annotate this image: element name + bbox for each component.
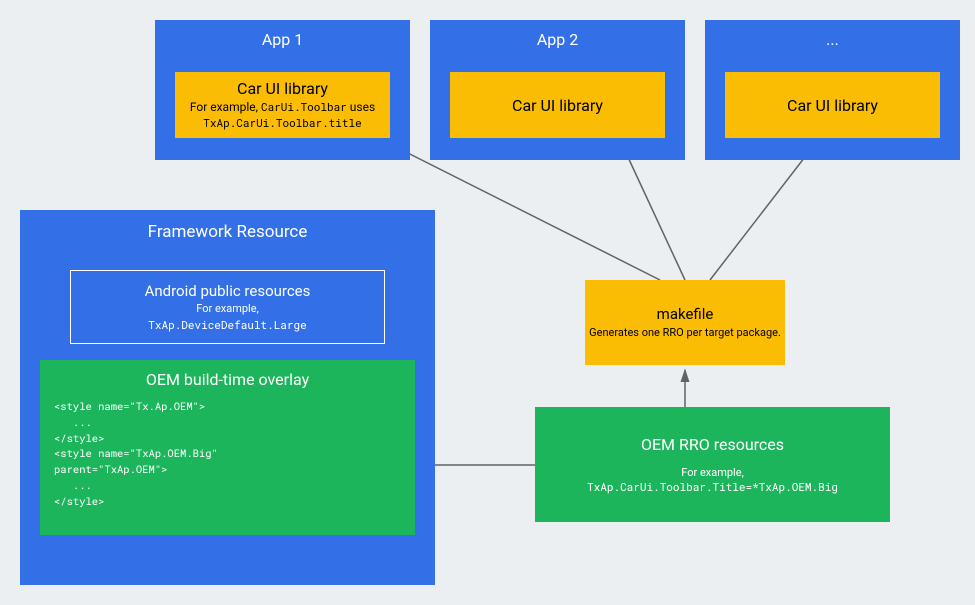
oem-rro-resources-box: OEM RRO resources For example, TxAp.CarU…: [535, 407, 890, 522]
lib-subtext: For example, CarUi.Toolbar uses TxAp.Car…: [190, 100, 375, 131]
android-public-resources-box: Android public resources For example, Tx…: [70, 270, 385, 344]
makefile-sub: Generates one RRO per target package.: [585, 326, 785, 340]
app-title: ...: [705, 20, 960, 49]
app-box-3: ... Car UI library: [705, 20, 960, 160]
makefile-box: makefile Generates one RRO per target pa…: [585, 280, 785, 365]
rro-code: TxAp.CarUi.Toolbar.Title=*TxAp.OEM.Big: [535, 479, 890, 494]
car-ui-library-box: Car UI library For example, CarUi.Toolba…: [175, 72, 390, 138]
overlay-code: <style name="Tx.Ap.OEM"> ... </style> <s…: [54, 399, 401, 509]
lib-title: Car UI library: [512, 96, 603, 115]
app-title: App 1: [155, 20, 410, 49]
public-sub: For example,: [71, 302, 384, 315]
car-ui-library-box: Car UI library: [725, 72, 940, 138]
oem-build-time-overlay-box: OEM build-time overlay <style name="Tx.A…: [40, 360, 415, 535]
rro-sub: For example,: [535, 466, 890, 479]
framework-title: Framework Resource: [20, 210, 435, 242]
overlay-title: OEM build-time overlay: [40, 360, 415, 389]
makefile-title: makefile: [585, 305, 785, 323]
rro-title: OEM RRO resources: [535, 435, 890, 454]
public-title: Android public resources: [71, 282, 384, 300]
app-title: App 2: [430, 20, 685, 49]
car-ui-library-box: Car UI library: [450, 72, 665, 138]
app-box-2: App 2 Car UI library: [430, 20, 685, 160]
framework-resource-box: Framework Resource Android public resour…: [20, 210, 435, 585]
lib-title: Car UI library: [237, 79, 328, 98]
lib-title: Car UI library: [787, 96, 878, 115]
public-code: TxAp.DeviceDefault.Large: [71, 317, 384, 332]
app-box-1: App 1 Car UI library For example, CarUi.…: [155, 20, 410, 160]
